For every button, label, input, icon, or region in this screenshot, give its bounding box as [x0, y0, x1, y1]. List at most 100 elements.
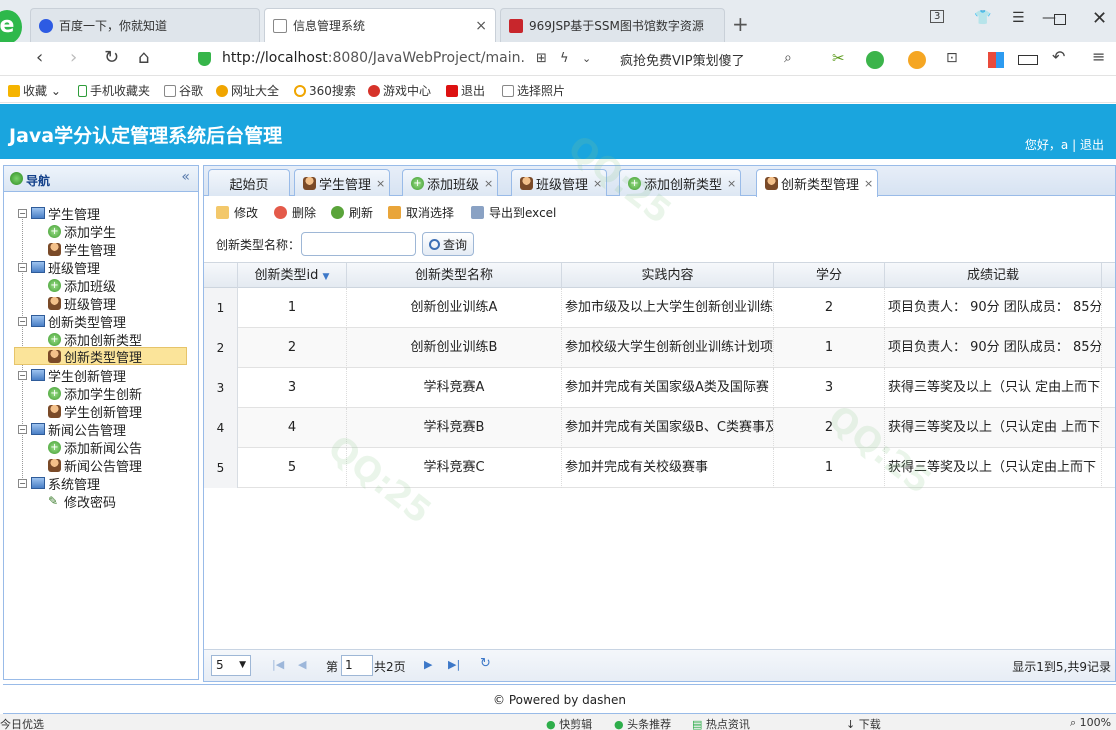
- tree-item-change-password[interactable]: ✎ 修改密码: [48, 492, 116, 511]
- tree-group-innovation-types[interactable]: − 创新类型管理: [18, 312, 126, 331]
- collapse-toggle-icon[interactable]: −: [18, 478, 27, 488]
- translate-icon[interactable]: [866, 51, 884, 69]
- prev-page-icon[interactable]: ◀: [298, 658, 306, 671]
- tree-item-news-manage[interactable]: 新闻公告管理: [48, 456, 142, 475]
- scissors-icon[interactable]: ✂: [832, 49, 845, 67]
- edit-button[interactable]: 修改: [216, 204, 258, 221]
- maximize-button[interactable]: [1054, 14, 1066, 25]
- table-row[interactable]: 5 5 学科竞赛C 参加并完成有关校级赛事 1 获得三等奖及以上（只认定由上而下: [204, 448, 1115, 488]
- bookmark-360[interactable]: 360搜索: [294, 82, 356, 99]
- tree-item-student-innovation-manage[interactable]: 学生创新管理: [48, 402, 142, 421]
- gamepad-icon[interactable]: ⊡: [946, 50, 958, 66]
- search-icon[interactable]: ⌕: [784, 50, 792, 66]
- close-tab-icon[interactable]: ×: [727, 177, 736, 190]
- collapse-toggle-icon[interactable]: −: [18, 424, 27, 434]
- tree-item-innovation-type-manage[interactable]: 创新类型管理: [14, 347, 187, 366]
- collapse-toggle-icon[interactable]: −: [18, 208, 27, 218]
- search-button[interactable]: 查询: [422, 232, 474, 256]
- bookmark-games[interactable]: 游戏中心: [368, 82, 431, 99]
- forward-icon[interactable]: ›: [70, 47, 77, 68]
- status-quick-clip[interactable]: ● 快剪辑: [546, 716, 592, 730]
- status-left[interactable]: 今日优选: [0, 716, 44, 730]
- collapse-icon[interactable]: «: [181, 169, 190, 185]
- reload-icon[interactable]: ↻: [104, 47, 119, 68]
- collapse-toggle-icon[interactable]: −: [18, 262, 27, 272]
- delete-button[interactable]: 删除: [274, 204, 316, 221]
- table-row[interactable]: 4 4 学科竞赛B 参加并完成有关国家级B、C类赛事及 2 获得三等奖及以上（只认定由 上…: [204, 408, 1115, 448]
- bookmark-photos[interactable]: 选择照片: [502, 82, 565, 99]
- browser-tab-library[interactable]: 969JSP基于SSM图书馆数字资源: [500, 8, 725, 42]
- close-tab-icon[interactable]: ×: [484, 177, 493, 190]
- menu-icon[interactable]: ☰: [1012, 10, 1025, 26]
- tree-group-news[interactable]: − 新闻公告管理: [18, 420, 126, 439]
- column-header-name[interactable]: 创新类型名称: [347, 263, 562, 288]
- collapse-toggle-icon[interactable]: −: [18, 316, 27, 326]
- settings-menu-icon[interactable]: ≡: [1092, 47, 1105, 66]
- status-hot-news[interactable]: ▤ 热点资讯: [692, 716, 750, 730]
- first-page-icon[interactable]: |◀: [272, 658, 284, 671]
- browser-tab-current[interactable]: 信息管理系统 ×: [264, 8, 496, 42]
- battery-icon[interactable]: [1018, 55, 1038, 65]
- close-window-button[interactable]: ✕: [1092, 8, 1107, 29]
- shirt-icon[interactable]: 👕: [974, 10, 991, 26]
- column-header-record[interactable]: 成绩记载: [885, 263, 1102, 288]
- type-name-input[interactable]: [301, 232, 416, 256]
- status-download[interactable]: ↓ 下载: [846, 716, 881, 730]
- apps-icon[interactable]: [988, 52, 1004, 68]
- tab-innovation-type-manage[interactable]: 创新类型管理 ×: [756, 169, 879, 197]
- page-size-select[interactable]: 5 ▼: [211, 655, 251, 676]
- tree-group-classes[interactable]: − 班级管理: [18, 258, 100, 277]
- close-tab-icon[interactable]: ×: [593, 177, 602, 190]
- promo-text[interactable]: 疯抢免费VIP策划傻了: [620, 50, 745, 69]
- tree-group-student-innovation[interactable]: − 学生创新管理: [18, 366, 126, 385]
- chevron-down-icon[interactable]: ⌄: [582, 52, 591, 65]
- home-icon[interactable]: ⌂: [138, 47, 149, 68]
- reload-icon[interactable]: ↻: [480, 656, 491, 671]
- table-row[interactable]: 3 3 学科竞赛A 参加并完成有关国家级A类及国际赛 3 获得三等奖及以上（只认 定由上而…: [204, 368, 1115, 408]
- close-tab-icon[interactable]: ×: [864, 177, 873, 190]
- close-tab-icon[interactable]: ×: [376, 177, 385, 190]
- browser-tab-baidu[interactable]: 百度一下，你就知道: [30, 8, 260, 42]
- coin-icon[interactable]: [908, 51, 926, 69]
- new-tab-button[interactable]: +: [732, 12, 749, 36]
- status-headlines[interactable]: ● 头条推荐: [614, 716, 671, 730]
- url-field[interactable]: http://localhost:8080/JavaWebProject/mai…: [222, 50, 525, 66]
- tree-group-students[interactable]: − 学生管理: [18, 204, 100, 223]
- unselect-button[interactable]: 取消选择: [388, 204, 454, 221]
- table-row[interactable]: 1 1 创新创业训练A 参加市级及以上大学生创新创业训练 2 项目负责人： 90分 团队成…: [204, 288, 1115, 328]
- close-tab-icon[interactable]: ×: [469, 18, 487, 34]
- tree-item-student-manage[interactable]: 学生管理: [48, 240, 116, 259]
- last-page-icon[interactable]: ▶|: [448, 658, 460, 671]
- refresh-button[interactable]: 刷新: [331, 204, 373, 221]
- lightning-icon[interactable]: ϟ: [560, 51, 569, 66]
- logout-link[interactable]: 退出: [1080, 138, 1104, 152]
- bookmark-sites[interactable]: 网址大全: [216, 82, 279, 99]
- tree-group-system[interactable]: − 系统管理: [18, 474, 100, 493]
- column-header-credit[interactable]: 学分: [774, 263, 885, 288]
- tree-item-add-student[interactable]: + 添加学生: [48, 222, 116, 241]
- grid-icon[interactable]: ⊞: [536, 51, 547, 66]
- back-icon[interactable]: ‹: [36, 47, 43, 68]
- table-row[interactable]: 2 2 创新创业训练B 参加校级大学生创新创业训练计划项 1 项目负责人： 90分 团队成…: [204, 328, 1115, 368]
- bookmark-favorites[interactable]: 收藏 ⌄: [8, 82, 61, 99]
- tree-item-class-manage[interactable]: 班级管理: [48, 294, 116, 313]
- tab-student-manage[interactable]: 学生管理 ×: [294, 169, 391, 196]
- column-header-content[interactable]: 实践内容: [562, 263, 774, 288]
- status-zoom[interactable]: ⌕ 100%: [1070, 716, 1111, 730]
- next-page-icon[interactable]: ▶: [424, 658, 432, 671]
- tree-item-add-news[interactable]: + 添加新闻公告: [48, 438, 142, 457]
- collapse-toggle-icon[interactable]: −: [18, 370, 27, 380]
- tab-add-class[interactable]: + 添加班级 ×: [402, 169, 499, 196]
- bookmark-logout[interactable]: 退出: [446, 82, 485, 99]
- tree-item-add-student-innovation[interactable]: + 添加学生创新: [48, 384, 142, 403]
- bookmark-mobile[interactable]: 手机收藏夹: [78, 82, 150, 99]
- bookmark-google[interactable]: 谷歌: [164, 82, 203, 99]
- tab-add-innovation-type[interactable]: + 添加创新类型 ×: [619, 169, 742, 196]
- tree-item-add-class[interactable]: + 添加班级: [48, 276, 116, 295]
- tab-count-badge[interactable]: 3: [930, 10, 945, 23]
- undo-icon[interactable]: ↶: [1052, 47, 1065, 66]
- page-number-input[interactable]: 1: [341, 655, 373, 676]
- tree-item-add-innovation-type[interactable]: + 添加创新类型: [48, 330, 142, 349]
- tab-class-manage[interactable]: 班级管理 ×: [511, 169, 608, 196]
- tab-home[interactable]: 起始页: [208, 169, 290, 196]
